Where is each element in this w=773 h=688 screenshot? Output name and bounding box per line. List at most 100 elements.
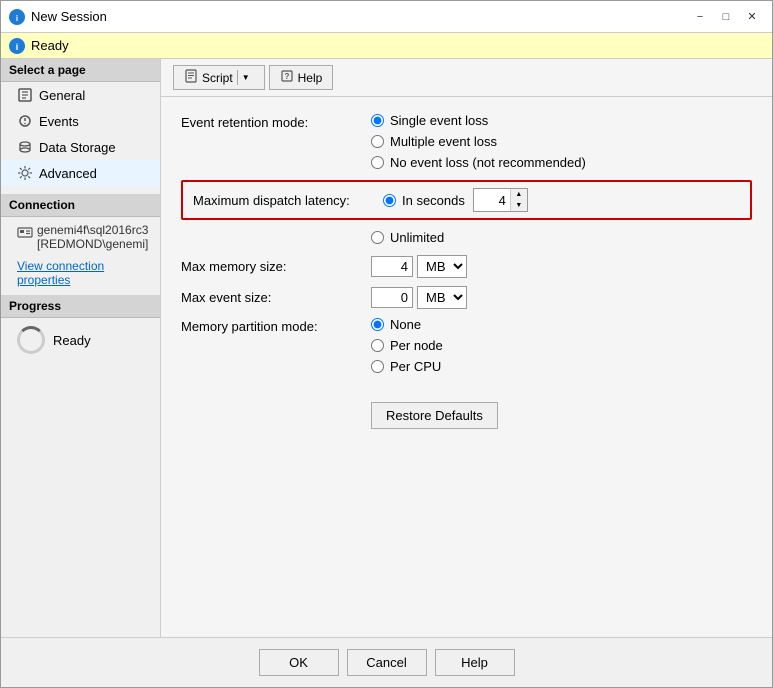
none-radio[interactable] — [371, 318, 384, 331]
svg-text:?: ? — [284, 72, 289, 81]
help-label: Help — [298, 71, 323, 85]
multiple-event-loss-radio[interactable] — [371, 135, 384, 148]
no-event-loss-label: No event loss (not recommended) — [390, 155, 586, 170]
multiple-event-loss-label: Multiple event loss — [390, 134, 497, 149]
minimize-button[interactable]: − — [688, 7, 712, 27]
max-event-size-label: Max event size: — [181, 290, 371, 305]
status-text: Ready — [31, 38, 69, 53]
connection-title: Connection — [1, 194, 160, 217]
per-cpu-radio[interactable] — [371, 360, 384, 373]
max-event-size-unit-select[interactable]: MB KB GB — [417, 286, 467, 309]
progress-section: Progress Ready — [1, 295, 160, 362]
main-window: i New Session − □ ✕ i Ready Select a pag… — [0, 0, 773, 688]
per-node-radio-row: Per node — [371, 338, 443, 353]
script-button-group: Script ▼ — [173, 65, 265, 90]
cancel-button[interactable]: Cancel — [347, 649, 427, 676]
connection-section: Connection genemi4f\sql2016rc3 [REDMOND\… — [1, 194, 160, 291]
script-button[interactable]: Script ▼ — [173, 65, 265, 90]
connection-info: genemi4f\sql2016rc3 [REDMOND\genemi] — [1, 217, 160, 255]
restore-defaults-button[interactable]: Restore Defaults — [371, 402, 498, 429]
script-label: Script — [202, 71, 233, 85]
footer-help-button[interactable]: Help — [435, 649, 515, 676]
in-seconds-radio[interactable] — [383, 194, 396, 207]
maximize-button[interactable]: □ — [714, 7, 738, 27]
memory-partition-row: Memory partition mode: None Per node — [181, 317, 752, 374]
unlimited-label: Unlimited — [390, 230, 444, 245]
memory-partition-label: Memory partition mode: — [181, 317, 371, 334]
window-icon: i — [9, 9, 25, 25]
event-retention-label: Event retention mode: — [181, 113, 371, 130]
connection-server: genemi4f\sql2016rc3 — [37, 223, 148, 237]
max-memory-size-unit-select[interactable]: MB KB GB — [417, 255, 467, 278]
in-seconds-row: In seconds — [383, 193, 465, 208]
seconds-input[interactable]: 4 — [474, 191, 510, 210]
progress-content: Ready — [1, 318, 160, 362]
spinbox-buttons: ▲ ▼ — [510, 189, 527, 211]
spin-up-button[interactable]: ▲ — [511, 189, 527, 200]
title-bar-left: i New Session — [9, 9, 107, 25]
form-area: Event retention mode: Single event loss … — [161, 97, 772, 637]
close-button[interactable]: ✕ — [740, 7, 764, 27]
content-area: Script ▼ ? Help — [161, 59, 772, 637]
svg-text:i: i — [16, 14, 18, 23]
unlimited-row: Unlimited — [371, 230, 752, 245]
none-radio-row: None — [371, 317, 443, 332]
view-connection-link[interactable]: View connection properties — [1, 255, 160, 291]
script-icon — [184, 69, 198, 86]
progress-status: Ready — [53, 333, 91, 348]
dispatch-latency-label: Maximum dispatch latency: — [193, 193, 371, 208]
spin-down-button[interactable]: ▼ — [511, 200, 527, 211]
general-label: General — [39, 88, 85, 103]
svg-text:i: i — [16, 42, 19, 52]
max-event-size-controls: 0 MB KB GB — [371, 286, 467, 309]
main-area: Select a page General — [1, 59, 772, 637]
dispatch-latency-controls: In seconds 4 ▲ ▼ — [383, 188, 528, 212]
status-bar: i Ready — [1, 33, 772, 59]
max-memory-size-input[interactable]: 4 — [371, 256, 413, 277]
per-cpu-label: Per CPU — [390, 359, 441, 374]
single-event-loss-radio[interactable] — [371, 114, 384, 127]
none-label: None — [390, 317, 421, 332]
title-controls: − □ ✕ — [688, 7, 764, 27]
seconds-spinbox: 4 ▲ ▼ — [473, 188, 528, 212]
events-label: Events — [39, 114, 79, 129]
advanced-icon — [17, 165, 33, 181]
progress-title: Progress — [1, 295, 160, 318]
max-event-size-row: Max event size: 0 MB KB GB — [181, 286, 752, 309]
script-dropdown-arrow[interactable]: ▼ — [237, 70, 254, 85]
restore-defaults-container: Restore Defaults — [371, 390, 752, 429]
sidebar-item-data-storage[interactable]: Data Storage — [1, 134, 160, 160]
data-storage-label: Data Storage — [39, 140, 116, 155]
progress-spinner — [17, 326, 45, 354]
ok-button[interactable]: OK — [259, 649, 339, 676]
max-memory-size-row: Max memory size: 4 MB KB GB — [181, 255, 752, 278]
unlimited-radio[interactable] — [371, 231, 384, 244]
connection-icon — [17, 224, 33, 243]
data-storage-icon — [17, 139, 33, 155]
sidebar: Select a page General — [1, 59, 161, 637]
max-event-size-input[interactable]: 0 — [371, 287, 413, 308]
sidebar-item-general[interactable]: General — [1, 82, 160, 108]
max-memory-size-label: Max memory size: — [181, 259, 371, 274]
in-seconds-label: In seconds — [402, 193, 465, 208]
sidebar-item-events[interactable]: Events — [1, 108, 160, 134]
event-retention-controls: Single event loss Multiple event loss — [371, 113, 586, 170]
events-icon — [17, 113, 33, 129]
select-page-title: Select a page — [1, 59, 160, 82]
dispatch-latency-highlighted-row: Maximum dispatch latency: In seconds 4 ▲… — [181, 180, 752, 220]
connection-details: genemi4f\sql2016rc3 [REDMOND\genemi] — [37, 223, 148, 251]
status-icon: i — [9, 38, 25, 54]
no-event-loss-radio[interactable] — [371, 156, 384, 169]
general-icon — [17, 87, 33, 103]
help-icon: ? — [280, 69, 294, 86]
footer: OK Cancel Help — [1, 637, 772, 687]
per-node-label: Per node — [390, 338, 443, 353]
help-button[interactable]: ? Help — [269, 65, 334, 90]
toolbar: Script ▼ ? Help — [161, 59, 772, 97]
sidebar-item-advanced[interactable]: Advanced — [1, 160, 160, 186]
max-memory-size-controls: 4 MB KB GB — [371, 255, 467, 278]
per-node-radio[interactable] — [371, 339, 384, 352]
single-event-loss-label: Single event loss — [390, 113, 488, 128]
multiple-event-loss-row: Multiple event loss — [371, 134, 586, 149]
connection-user: [REDMOND\genemi] — [37, 237, 148, 251]
